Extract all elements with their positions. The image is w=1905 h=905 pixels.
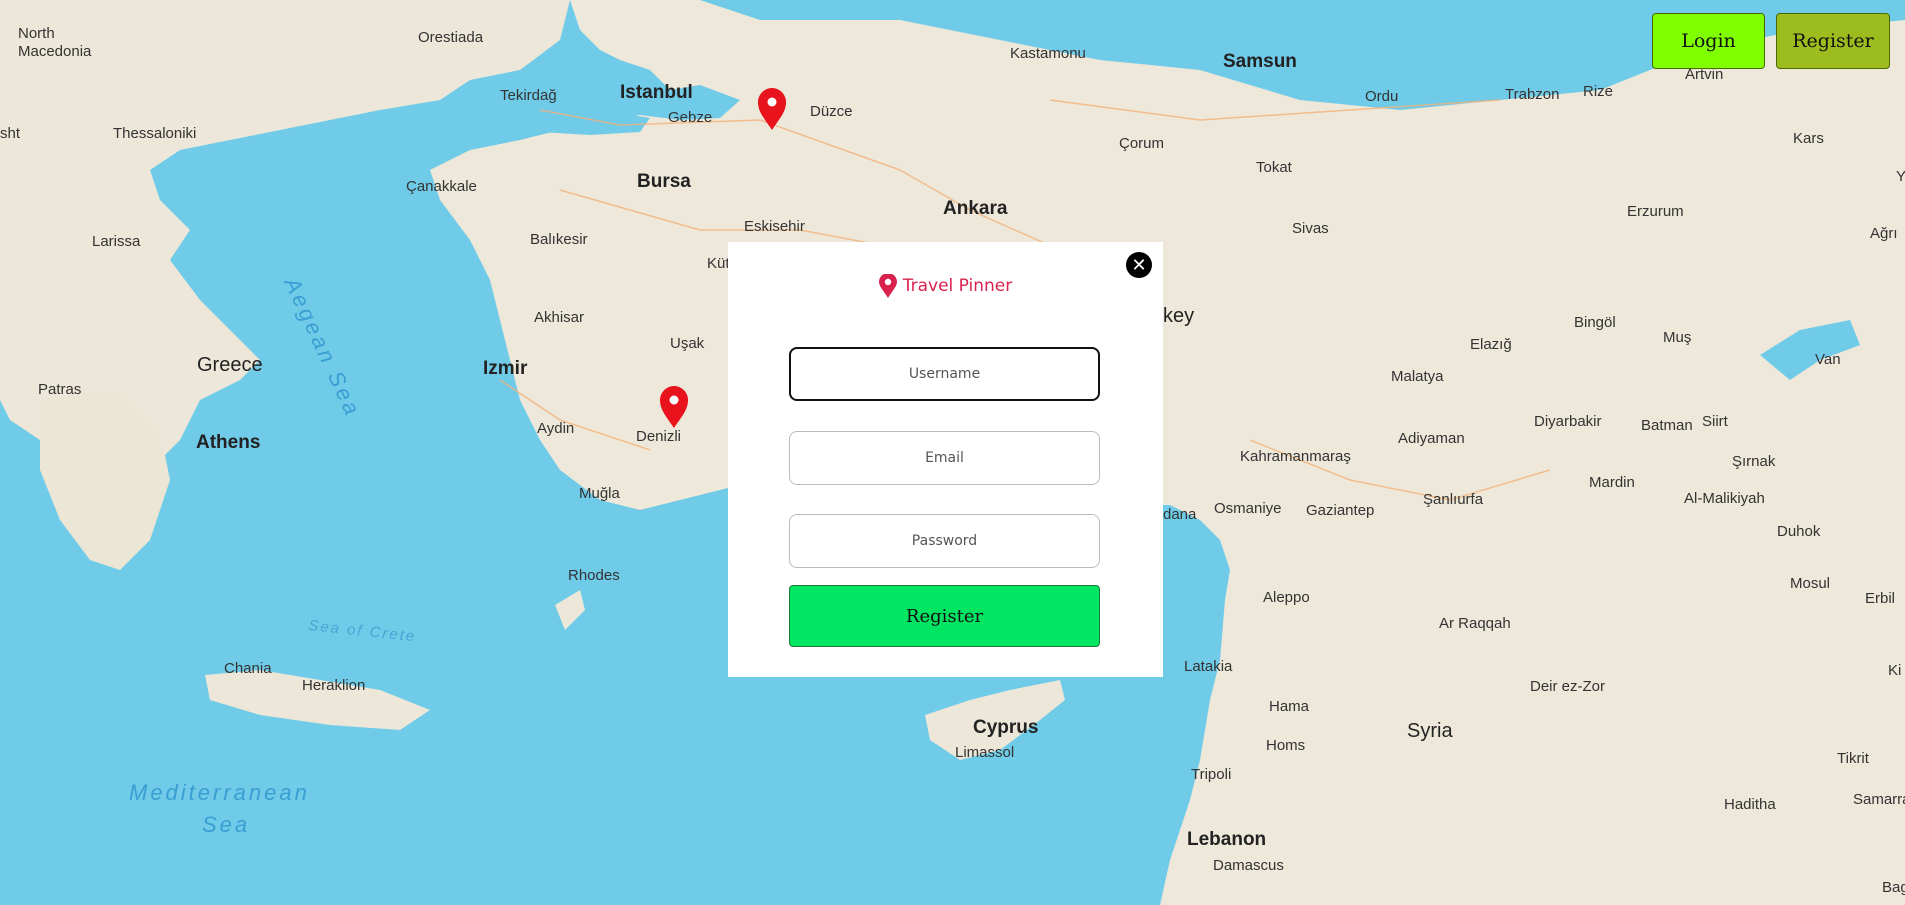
label-baghdad: Bag	[1882, 879, 1905, 896]
label-north-macedonia-2: Macedonia	[18, 43, 92, 60]
label-malatya: Malatya	[1391, 368, 1444, 385]
label-usak: Uşak	[670, 335, 705, 352]
label-gebze: Gebze	[668, 109, 712, 126]
label-mardin: Mardin	[1589, 474, 1635, 491]
label-duzce: Düzce	[810, 103, 853, 120]
label-lebanon: Lebanon	[1187, 829, 1266, 850]
label-greece: Greece	[197, 354, 263, 376]
label-adana: dana	[1163, 506, 1197, 523]
label-kutahya: Küt	[707, 255, 730, 272]
label-duhok: Duhok	[1777, 523, 1821, 540]
label-bingol: Bingöl	[1574, 314, 1616, 331]
label-tripoli: Tripoli	[1191, 766, 1231, 783]
label-sivas: Sivas	[1292, 220, 1329, 237]
label-osmaniye: Osmaniye	[1214, 500, 1282, 517]
label-partial-west: sht	[0, 125, 21, 142]
label-istanbul: Istanbul	[620, 82, 693, 103]
label-elazig: Elazığ	[1470, 336, 1512, 353]
label-hama: Hama	[1269, 698, 1310, 715]
label-bursa: Bursa	[637, 171, 691, 192]
label-balikesir: Balıkesir	[530, 231, 588, 248]
label-diyarbakir: Diyarbakir	[1534, 413, 1602, 430]
label-mediterranean-sea-2: Sea	[202, 812, 250, 837]
label-mugla: Muğla	[579, 485, 621, 502]
register-button[interactable]: Register	[1776, 13, 1890, 69]
label-aydin: Aydin	[537, 420, 574, 437]
label-mosul: Mosul	[1790, 575, 1830, 592]
label-canakkale: Çanakkale	[406, 178, 477, 195]
label-ordu: Ordu	[1365, 88, 1398, 105]
label-north-macedonia: North	[18, 25, 55, 42]
label-batman: Batman	[1641, 417, 1693, 434]
label-turkey: key	[1163, 305, 1194, 327]
label-gaziantep: Gaziantep	[1306, 502, 1374, 519]
label-kirkuk: Ki	[1888, 662, 1901, 679]
email-input[interactable]	[789, 431, 1100, 485]
label-samarra: Samarra	[1853, 791, 1905, 808]
label-rhodes: Rhodes	[568, 567, 620, 584]
label-chania: Chania	[224, 660, 272, 677]
label-haditha: Haditha	[1724, 796, 1776, 813]
brand: Travel Pinner	[728, 274, 1163, 298]
label-trabzon: Trabzon	[1505, 86, 1559, 103]
label-deir-ez-zor: Deir ez-Zor	[1530, 678, 1605, 695]
register-modal: ✕ Travel Pinner Register	[728, 242, 1163, 677]
map-pin-icon	[878, 274, 897, 298]
label-larissa: Larissa	[92, 233, 141, 250]
label-corum: Çorum	[1119, 135, 1164, 152]
label-aleppo: Aleppo	[1263, 589, 1310, 606]
label-mediterranean-sea: Mediterranean	[129, 780, 310, 805]
label-ar-raqqah: Ar Raqqah	[1439, 615, 1511, 632]
label-al-malikiyah: Al-Malikiyah	[1684, 490, 1765, 507]
label-tokat: Tokat	[1256, 159, 1293, 176]
label-damascus: Damascus	[1213, 857, 1284, 874]
label-thessaloniki: Thessaloniki	[113, 125, 196, 142]
label-erbil: Erbil	[1865, 590, 1895, 607]
label-kastamonu: Kastamonu	[1010, 45, 1086, 62]
brand-title: Travel Pinner	[902, 276, 1013, 296]
password-input[interactable]	[789, 514, 1100, 568]
label-denizli: Denizli	[636, 428, 681, 445]
label-van: Van	[1815, 351, 1841, 368]
label-erzurum: Erzurum	[1627, 203, 1684, 220]
label-akhisar: Akhisar	[534, 309, 584, 326]
label-samsun: Samsun	[1223, 51, 1297, 72]
label-limassol: Limassol	[955, 744, 1014, 761]
label-sirnak: Şırnak	[1732, 453, 1776, 470]
label-mus: Muş	[1663, 329, 1691, 346]
label-cyprus: Cyprus	[973, 717, 1038, 738]
label-athens: Athens	[196, 432, 260, 453]
label-sanliurfa: Şanlıurfa	[1423, 491, 1484, 508]
label-homs: Homs	[1266, 737, 1305, 754]
label-partial-east: Y	[1896, 168, 1905, 185]
label-kahramanmaras: Kahramanmaraş	[1240, 448, 1351, 465]
label-patras: Patras	[38, 381, 81, 398]
label-syria: Syria	[1407, 720, 1453, 742]
label-tikrit: Tikrit	[1837, 750, 1870, 767]
submit-register-button[interactable]: Register	[789, 585, 1100, 647]
label-orestiada: Orestiada	[418, 29, 484, 46]
label-ankara: Ankara	[943, 198, 1008, 219]
label-siirt: Siirt	[1702, 413, 1729, 430]
login-button[interactable]: Login	[1652, 13, 1765, 69]
label-izmir: Izmir	[483, 358, 528, 379]
label-kars: Kars	[1793, 130, 1824, 147]
label-adiyaman: Adiyaman	[1398, 430, 1465, 447]
label-heraklion: Heraklion	[302, 677, 365, 694]
label-rize: Rize	[1583, 83, 1613, 100]
label-agri: Ağrı	[1870, 225, 1898, 242]
label-eskisehir: Eskisehir	[744, 218, 805, 235]
label-latakia: Latakia	[1184, 658, 1233, 675]
label-tekirdag: Tekirdağ	[500, 87, 557, 104]
username-input[interactable]	[789, 347, 1100, 401]
